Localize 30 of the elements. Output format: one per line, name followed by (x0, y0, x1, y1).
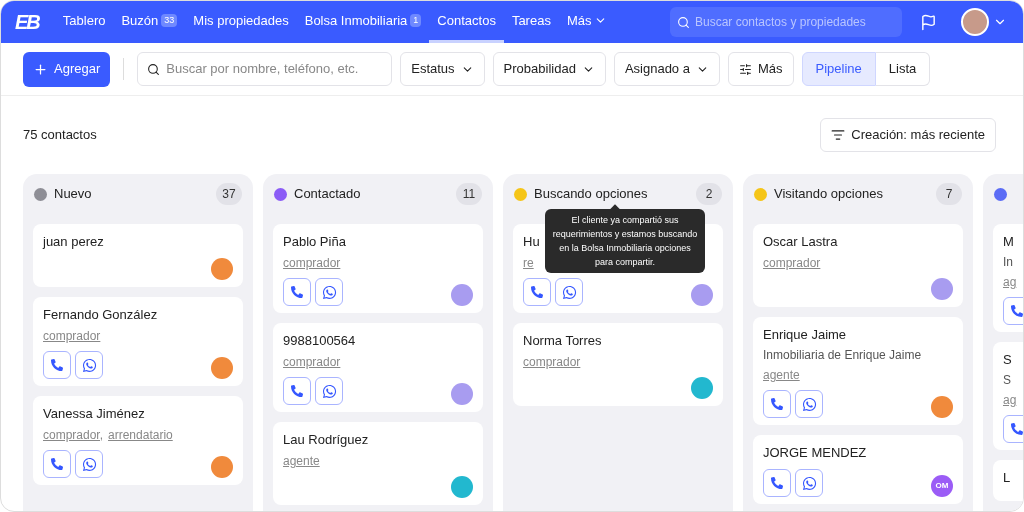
column-title: Nuevo (54, 185, 92, 204)
contact-count: 75 contactos (23, 126, 97, 145)
contact-name: S (1003, 351, 1012, 369)
contact-company: In (1003, 254, 1013, 271)
column-title: Visitando opciones (774, 185, 883, 204)
count-badge: 2 (696, 183, 722, 205)
count-badge: 7 (936, 183, 962, 205)
contact-name: juan perez (43, 233, 104, 251)
contact-name: Pablo Piña (283, 233, 346, 251)
contact-name: Hu (523, 233, 540, 251)
tooltip: El cliente ya compartió sus requerimientos y estamos buscando en la Bolsa Inmobiliaria opciones para compartir. (545, 209, 705, 273)
column-title: Buscando opciones (534, 185, 648, 204)
contact-name: Vanessa Jiménez (43, 405, 145, 423)
count-badge: 37 (216, 183, 242, 205)
count-badge: 11 (456, 183, 482, 205)
contact-name: JORGE MENDEZ (763, 444, 867, 462)
contact-name: Fernando González (43, 306, 158, 324)
count-badge: 33 (161, 14, 178, 27)
count-badge: 1 (410, 14, 422, 27)
contact-name: Enrique Jaime (763, 326, 847, 344)
contact-name: L (1003, 469, 1011, 487)
contact-name: Lau Rodríguez (283, 431, 369, 449)
contact-name: Oscar Lastra (763, 233, 838, 251)
contact-name: M (1003, 233, 1014, 251)
contact-name: 9988100564 (283, 332, 356, 350)
user-avatar: OM (931, 475, 953, 497)
contact-name: Norma Torres (523, 332, 602, 350)
column-title: Contactado (294, 185, 361, 204)
contact-company: S (1003, 372, 1011, 389)
contact-company: Inmobiliaria de Enrique Jaime (763, 347, 922, 364)
